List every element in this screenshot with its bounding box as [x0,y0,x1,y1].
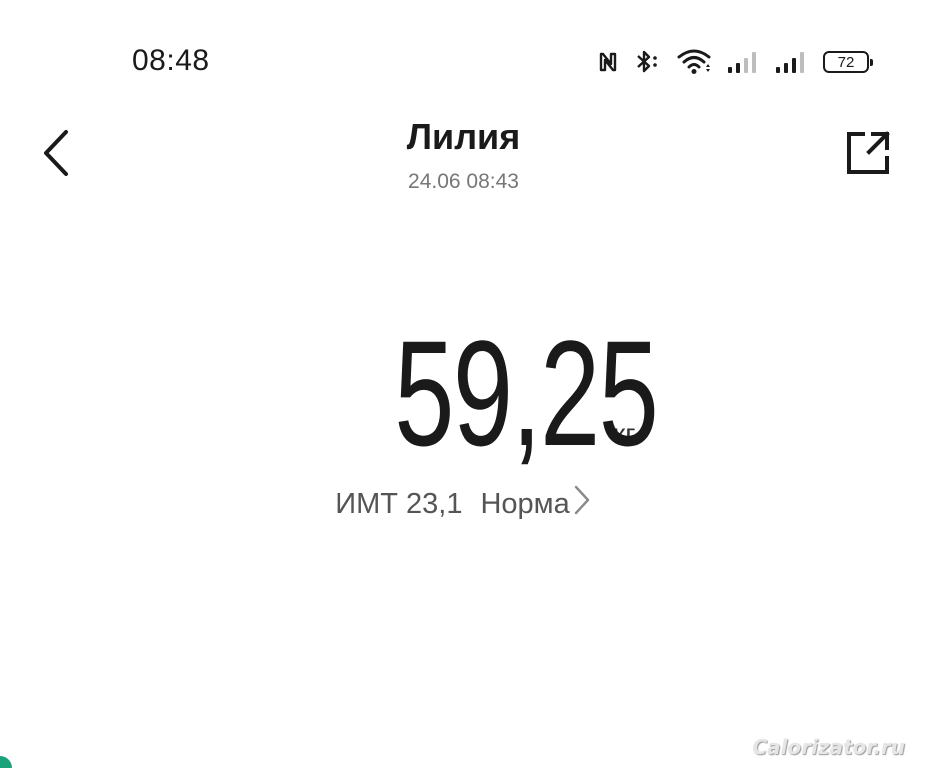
app-screen: 08:48 72 Лилия 24.06 08:43 59,25кг ИМТ 2… [0,0,927,768]
battery-icon: 72 [823,51,873,73]
watermark: Calorizator.ru [752,735,905,759]
chevron-right-icon [574,485,589,515]
measurement-datetime: 24.06 08:43 [408,170,519,193]
status-icons: 72 [597,44,873,80]
nfc-icon [597,49,619,75]
wifi-icon [677,48,713,76]
weight-value: 59,25 [393,309,659,477]
bmi-status: Норма [480,488,570,520]
signal-2-icon [775,49,809,75]
green-edge-element [0,756,12,768]
signal-1-icon [727,49,761,75]
bluetooth-icon [633,49,663,75]
bmi-row[interactable]: ИМТ 23,1 Норма [0,484,927,521]
weight-display: 59,25кг [0,318,927,468]
share-out-icon [847,131,890,174]
status-time: 08:48 [132,44,210,77]
battery-level: 72 [837,53,855,71]
share-button[interactable] [843,128,893,178]
page-title: Лилия [406,116,521,157]
bmi-value: ИМТ 23,1 [335,488,463,520]
